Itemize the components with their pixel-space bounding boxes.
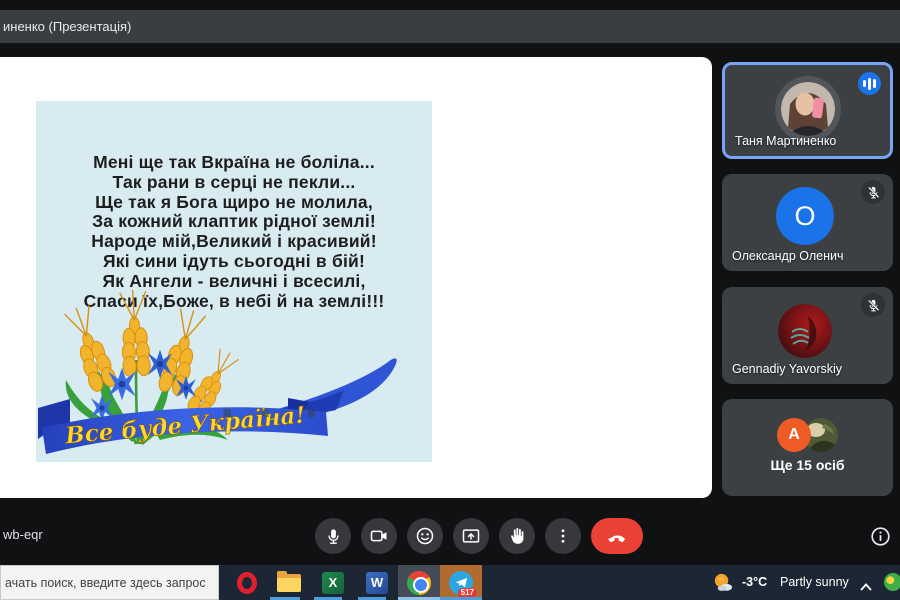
participant-tile-oleksandr[interactable]: О Олександр Оленич [722,174,893,271]
poem-line: За кожний клаптик рідної землі! [36,212,432,232]
presentation-title-bar: иненко (Презентація) [0,10,900,43]
camera-button[interactable] [361,518,397,554]
poem-line: Які сини ідуть сьогодні в бій! [36,252,432,272]
taskbar-app-excel[interactable]: X [312,565,354,600]
antivirus-tray-icon[interactable] [884,573,900,591]
mic-muted-icon [861,293,885,317]
weather-temperature[interactable]: -3°C [742,565,767,600]
taskbar-app-file-explorer[interactable] [268,565,310,600]
poem-line: Мені ще так Вкраїна не боліла... [36,153,432,173]
file-explorer-icon [277,574,301,592]
taskbar-app-opera[interactable] [226,565,268,600]
avatar-tanya [781,82,835,136]
meeting-info-button[interactable] [870,526,891,547]
chrome-icon [407,571,431,595]
excel-icon: X [322,572,344,594]
telegram-unread-badge: 517 [458,588,477,598]
wheat-heads [63,289,239,419]
participant-name: Таня Мартиненко [735,134,836,148]
avatar-oleksandr: О [776,187,834,245]
windows-taskbar: ачать поиск, введите здесь запрос X W 51… [0,565,900,600]
end-call-icon [607,526,628,547]
poem-line: Ще так я Бога щиро не молила, [36,193,432,213]
slide-image: Мені ще так Вкраїна не боліла... Так ран… [36,101,432,462]
more-options-icon [554,527,572,545]
mic-icon [324,527,343,546]
raise-hand-button[interactable] [499,518,535,554]
participant-name: Олександр Оленич [732,249,844,263]
weather-icon [711,571,734,599]
group-avatars: А [722,418,893,452]
audio-activity-indicator [858,72,881,95]
avatar-letter-a: А [777,418,811,452]
participant-tile-gennadiy[interactable]: Gennadiy Yavorskiy [722,287,893,384]
reactions-button[interactable] [407,518,443,554]
taskbar-app-word[interactable]: W [356,565,398,600]
taskbar-app-chrome[interactable] [398,565,440,600]
avatar-gennadiy [778,304,832,358]
tray-chevron-up-icon[interactable] [860,578,872,596]
microphone-button[interactable] [315,518,351,554]
more-participants-label: Ще 15 осіб [722,457,893,473]
presented-slide-panel: Мені ще так Вкраїна не боліла... Так ран… [0,57,712,498]
weather-condition[interactable]: Partly sunny [780,565,849,600]
present-icon [461,526,481,546]
word-icon: W [366,572,388,594]
presentation-title: иненко (Презентація) [3,10,131,43]
image-artifact-marks [214,409,334,417]
emoji-icon [415,526,435,546]
poem-line: Так рани в серці не пекли... [36,173,432,193]
present-screen-button[interactable] [453,518,489,554]
more-options-button[interactable] [545,518,581,554]
opera-icon [237,572,257,594]
camera-icon [369,526,389,546]
end-call-button[interactable] [591,518,643,554]
mic-muted-icon [861,180,885,204]
info-icon [870,526,891,547]
participant-tile-others[interactable]: А Ще 15 осіб [722,399,893,496]
poem-line: Народе мій,Великий і красивий! [36,232,432,252]
taskbar-app-telegram[interactable]: 517 [440,565,482,600]
meeting-code: wb-eqr [3,527,43,542]
raise-hand-icon [507,526,527,546]
participant-name: Gennadiy Yavorskiy [732,362,842,376]
wheat-ribbon-illustration: Все буде Україна! [36,272,432,462]
taskbar-search-box[interactable]: ачать поиск, введите здесь запрос [0,565,219,600]
meet-window: иненко (Презентація) Мені ще так Вкраїна… [0,0,900,600]
participant-tile-tanya[interactable]: Таня Мартиненко [722,62,893,159]
telegram-icon: 517 [449,571,473,595]
